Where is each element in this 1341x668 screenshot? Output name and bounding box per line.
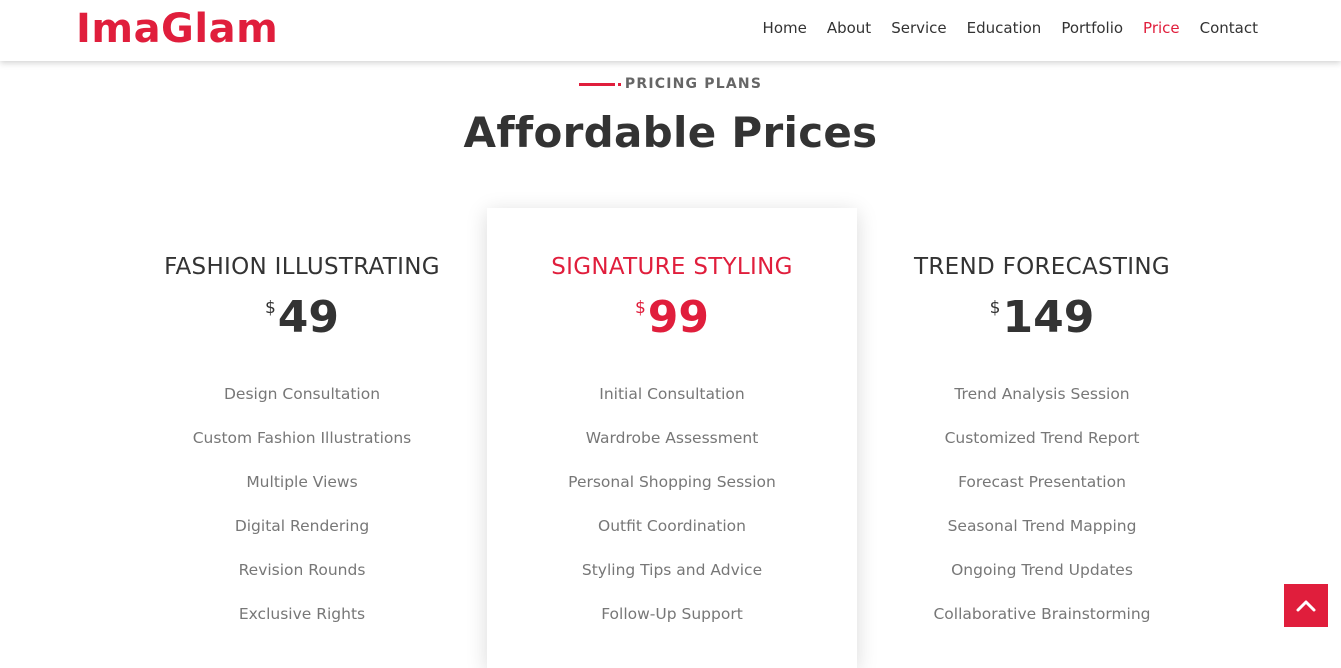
feature-item: Follow-Up Support bbox=[601, 605, 743, 623]
feature-item: Personal Shopping Session bbox=[568, 473, 776, 491]
section-title: Affordable Prices bbox=[463, 108, 878, 157]
logo[interactable]: ImaGlam bbox=[76, 6, 278, 52]
feature-item: Design Consultation bbox=[223, 385, 381, 403]
feature-item: Styling Tips and Advice bbox=[581, 561, 763, 579]
feature-item: Collaborative Brainstorming bbox=[933, 605, 1151, 623]
feature-item: Digital Rendering bbox=[234, 517, 370, 535]
price-amount: 49 bbox=[277, 292, 340, 343]
currency-symbol: $ bbox=[989, 298, 1001, 318]
feature-list: Design Consultation Custom Fashion Illus… bbox=[117, 384, 487, 648]
currency-symbol: $ bbox=[264, 298, 276, 318]
plan-price: $49 bbox=[117, 292, 487, 344]
feature-item: Wardrobe Assessment bbox=[585, 429, 759, 447]
plan-name: SIGNATURE STYLING bbox=[551, 254, 793, 280]
plan-card-signature-styling: SIGNATURE STYLING $99 Initial Consultati… bbox=[487, 208, 857, 668]
nav-price[interactable]: Price bbox=[1143, 19, 1180, 37]
feature-item: Initial Consultation bbox=[599, 385, 745, 403]
plan-name: TREND FORECASTING bbox=[914, 254, 1170, 280]
currency-symbol: $ bbox=[634, 298, 646, 318]
section-eyebrow: PRICING PLANS bbox=[0, 76, 1341, 92]
feature-item: Outfit Coordination bbox=[598, 517, 746, 535]
nav-education[interactable]: Education bbox=[967, 19, 1042, 37]
nav-service[interactable]: Service bbox=[891, 19, 946, 37]
eyebrow-text: PRICING PLANS bbox=[624, 76, 763, 92]
plan-name: FASHION ILLUSTRATING bbox=[164, 254, 440, 280]
nav-portfolio[interactable]: Portfolio bbox=[1061, 19, 1123, 37]
feature-item: Customized Trend Report bbox=[944, 429, 1140, 447]
plan-price: $99 bbox=[487, 292, 857, 344]
feature-item: Multiple Views bbox=[246, 473, 358, 491]
chevron-up-icon bbox=[1296, 600, 1316, 611]
feature-list: Trend Analysis Session Customized Trend … bbox=[857, 384, 1227, 648]
nav-about[interactable]: About bbox=[827, 19, 871, 37]
feature-item: Custom Fashion Illustrations bbox=[192, 429, 412, 447]
plan-card-trend-forecasting: TREND FORECASTING $149 Trend Analysis Se… bbox=[857, 208, 1227, 668]
feature-item: Seasonal Trend Mapping bbox=[947, 517, 1137, 535]
feature-item: Trend Analysis Session bbox=[954, 385, 1130, 403]
feature-item: Ongoing Trend Updates bbox=[951, 561, 1133, 579]
plan-price: $149 bbox=[857, 292, 1227, 344]
feature-list: Initial Consultation Wardrobe Assessment… bbox=[487, 384, 857, 648]
nav-home[interactable]: Home bbox=[763, 19, 807, 37]
logo-text: ImaGlam bbox=[76, 6, 279, 52]
feature-item: Revision Rounds bbox=[238, 561, 366, 579]
feature-item: Exclusive Rights bbox=[238, 605, 366, 623]
feature-item: Forecast Presentation bbox=[958, 473, 1126, 491]
main-nav: Home About Service Education Portfolio P… bbox=[763, 19, 1258, 37]
plan-card-fashion-illustrating: FASHION ILLUSTRATING $49 Design Consulta… bbox=[117, 208, 487, 668]
price-amount: 149 bbox=[1002, 292, 1095, 343]
eyebrow-line bbox=[578, 82, 621, 86]
scroll-to-top-button[interactable] bbox=[1284, 584, 1328, 627]
price-amount: 99 bbox=[647, 292, 710, 343]
nav-contact[interactable]: Contact bbox=[1200, 19, 1258, 37]
navbar: ImaGlam Home About Service Education Por… bbox=[0, 0, 1341, 61]
